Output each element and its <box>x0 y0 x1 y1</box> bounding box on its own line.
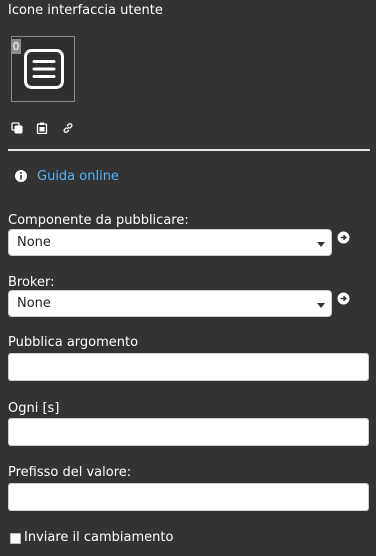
copy-icon[interactable] <box>11 122 23 134</box>
chevron-down-icon <box>317 242 325 247</box>
broker-select-value: None <box>17 296 51 311</box>
interval-input[interactable] <box>8 418 369 446</box>
help-link[interactable]: Guida online <box>37 169 119 184</box>
arrow-right-circle-icon[interactable] <box>337 292 350 305</box>
component-label: Componente da pubblicare: <box>8 213 189 228</box>
component-select[interactable]: None <box>8 229 332 256</box>
topic-input[interactable] <box>8 353 369 381</box>
broker-label: Broker: <box>8 275 55 290</box>
broker-select[interactable]: None <box>8 290 332 317</box>
info-icon <box>15 170 27 182</box>
send-change-label[interactable]: Inviare il cambiamento <box>24 530 173 545</box>
topic-label: Pubblica argomento <box>8 335 139 350</box>
divider <box>8 149 370 151</box>
arrow-right-circle-icon[interactable] <box>337 231 350 244</box>
prefix-label: Prefisso del valore: <box>8 465 132 480</box>
icon-index-badge: 0 <box>11 39 21 54</box>
link-icon[interactable] <box>62 122 74 134</box>
chevron-down-icon <box>317 303 325 308</box>
send-change-checkbox[interactable] <box>10 533 21 544</box>
section-title: Icone interfaccia utente <box>8 3 163 18</box>
paste-icon[interactable] <box>36 122 48 134</box>
component-select-value: None <box>17 235 51 250</box>
menu-lines-icon <box>24 49 64 89</box>
prefix-input[interactable] <box>8 483 369 511</box>
interval-label: Ogni [s] <box>8 401 60 416</box>
